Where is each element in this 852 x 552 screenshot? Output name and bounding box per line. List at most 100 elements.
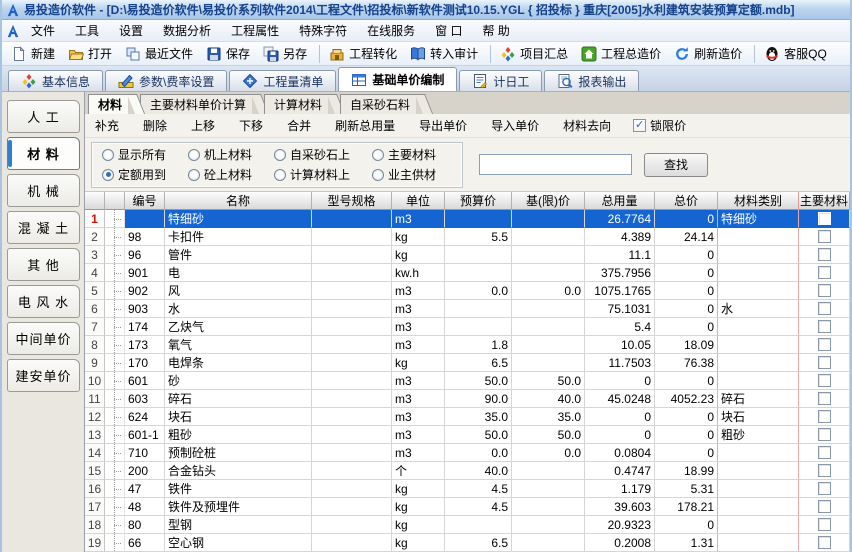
main-material-checkbox[interactable] (818, 320, 831, 333)
table-cell[interactable] (512, 498, 585, 516)
table-row[interactable]: 1966空心钢kg6.50.20081.31 (85, 534, 850, 552)
main-material-checkbox[interactable] (818, 212, 831, 225)
table-cell[interactable]: m3 (392, 282, 445, 300)
table-cell[interactable]: 特细砂 (165, 210, 312, 228)
table-cell[interactable]: 6.5 (445, 534, 512, 552)
table-cell[interactable]: 0 (655, 300, 718, 318)
table-cell[interactable] (312, 372, 392, 390)
toolbar-button[interactable]: 客服QQ (759, 43, 835, 64)
radio-icon[interactable] (274, 149, 286, 161)
row-number[interactable]: 9 (85, 354, 105, 372)
table-cell[interactable]: 乙炔气 (165, 318, 312, 336)
table-cell[interactable]: 特细砂 (718, 210, 799, 228)
row-number[interactable]: 7 (85, 318, 105, 336)
table-cell[interactable]: 0 (585, 426, 655, 444)
action-button[interactable]: 刷新总用量 (333, 115, 397, 136)
column-header[interactable]: 材料类别 (718, 192, 799, 210)
column-header[interactable]: 基(限)价 (512, 192, 585, 210)
row-number[interactable]: 1 (85, 210, 105, 228)
table-cell[interactable]: 0.2008 (585, 534, 655, 552)
table-cell[interactable]: kg (392, 516, 445, 534)
table-row[interactable]: 11603碎石m390.040.045.02484052.23碎石 (85, 390, 850, 408)
table-cell[interactable]: m3 (392, 210, 445, 228)
table-cell[interactable] (445, 246, 512, 264)
table-cell[interactable] (312, 516, 392, 534)
table-cell[interactable]: 0 (655, 408, 718, 426)
menu-item[interactable]: 在线服务 (358, 20, 424, 41)
table-cell[interactable]: 20.9323 (585, 516, 655, 534)
table-cell[interactable]: 电焊条 (165, 354, 312, 372)
table-cell[interactable]: kg (392, 246, 445, 264)
table-cell[interactable] (312, 390, 392, 408)
table-cell[interactable]: kg (392, 354, 445, 372)
table-cell[interactable]: 35.0 (512, 408, 585, 426)
main-material-checkbox[interactable] (818, 230, 831, 243)
table-cell[interactable]: 98 (125, 228, 165, 246)
table-cell[interactable]: 1.31 (655, 534, 718, 552)
table-cell[interactable]: 0.0 (445, 444, 512, 462)
row-number[interactable]: 18 (85, 516, 105, 534)
table-cell[interactable]: 0 (655, 210, 718, 228)
table-row[interactable]: 1特细砂m326.77640特细砂 (85, 210, 850, 228)
main-material-checkbox[interactable] (818, 464, 831, 477)
table-cell[interactable] (445, 210, 512, 228)
table-cell[interactable] (718, 372, 799, 390)
column-header[interactable]: 总价 (655, 192, 718, 210)
table-cell[interactable] (512, 228, 585, 246)
sidebar-tab[interactable]: 电 风 水 (7, 285, 80, 318)
table-cell[interactable]: 铁件及预埋件 (165, 498, 312, 516)
table-row[interactable]: 298卡扣件kg5.54.38924.14 (85, 228, 850, 246)
table-cell[interactable]: 375.7956 (585, 264, 655, 282)
table-cell[interactable]: 47 (125, 480, 165, 498)
table-cell[interactable] (512, 300, 585, 318)
action-button[interactable]: 下移 (237, 115, 265, 136)
table-cell[interactable] (718, 246, 799, 264)
table-cell[interactable] (512, 480, 585, 498)
radio-icon[interactable] (372, 149, 384, 161)
table-cell[interactable]: 0 (655, 318, 718, 336)
table-cell[interactable] (312, 336, 392, 354)
table-cell[interactable]: 39.603 (585, 498, 655, 516)
table-cell[interactable]: 0.4747 (585, 462, 655, 480)
table-cell[interactable] (312, 318, 392, 336)
sidebar-tab[interactable]: 其 他 (7, 248, 80, 281)
table-cell[interactable]: m3 (392, 390, 445, 408)
toolbar-button[interactable]: 项目汇总 (495, 43, 576, 64)
filter-radio[interactable]: 自采砂石上 (274, 146, 350, 163)
column-header[interactable]: 名称 (165, 192, 312, 210)
row-number[interactable]: 13 (85, 426, 105, 444)
sidebar-tab[interactable]: 人 工 (7, 100, 80, 133)
row-number[interactable]: 19 (85, 534, 105, 552)
table-cell[interactable] (125, 210, 165, 228)
table-cell[interactable] (718, 462, 799, 480)
table-cell[interactable]: 电 (165, 264, 312, 282)
table-cell[interactable] (312, 498, 392, 516)
search-input[interactable] (479, 154, 632, 175)
row-number[interactable]: 11 (85, 390, 105, 408)
table-cell[interactable]: 碎石 (165, 390, 312, 408)
table-cell[interactable]: 45.0248 (585, 390, 655, 408)
main-material-checkbox[interactable] (818, 428, 831, 441)
filter-radio[interactable]: 业主供材 (372, 166, 436, 183)
table-cell[interactable] (512, 246, 585, 264)
menu-item[interactable]: 数据分析 (154, 20, 220, 41)
table-cell[interactable]: 903 (125, 300, 165, 318)
table-cell[interactable] (718, 318, 799, 336)
table-cell[interactable] (445, 300, 512, 318)
table-row[interactable]: 7174乙炔气m35.40 (85, 318, 850, 336)
main-tab[interactable]: 计日工 (459, 70, 542, 91)
table-cell[interactable]: 卡扣件 (165, 228, 312, 246)
table-cell[interactable] (718, 264, 799, 282)
table-cell[interactable] (718, 516, 799, 534)
table-cell[interactable]: kw.h (392, 264, 445, 282)
main-tab[interactable]: 参数\费率设置 (105, 70, 227, 91)
sidebar-tab[interactable]: 材 料 (7, 137, 80, 170)
table-cell[interactable]: 18.99 (655, 462, 718, 480)
table-cell[interactable]: 710 (125, 444, 165, 462)
table-cell[interactable]: 0 (585, 408, 655, 426)
table-cell[interactable]: 型钢 (165, 516, 312, 534)
radio-icon[interactable] (102, 169, 114, 181)
toolbar-button[interactable]: 工程总造价 (576, 43, 669, 64)
table-cell[interactable]: 200 (125, 462, 165, 480)
table-row[interactable]: 1880型钢kg20.93230 (85, 516, 850, 534)
